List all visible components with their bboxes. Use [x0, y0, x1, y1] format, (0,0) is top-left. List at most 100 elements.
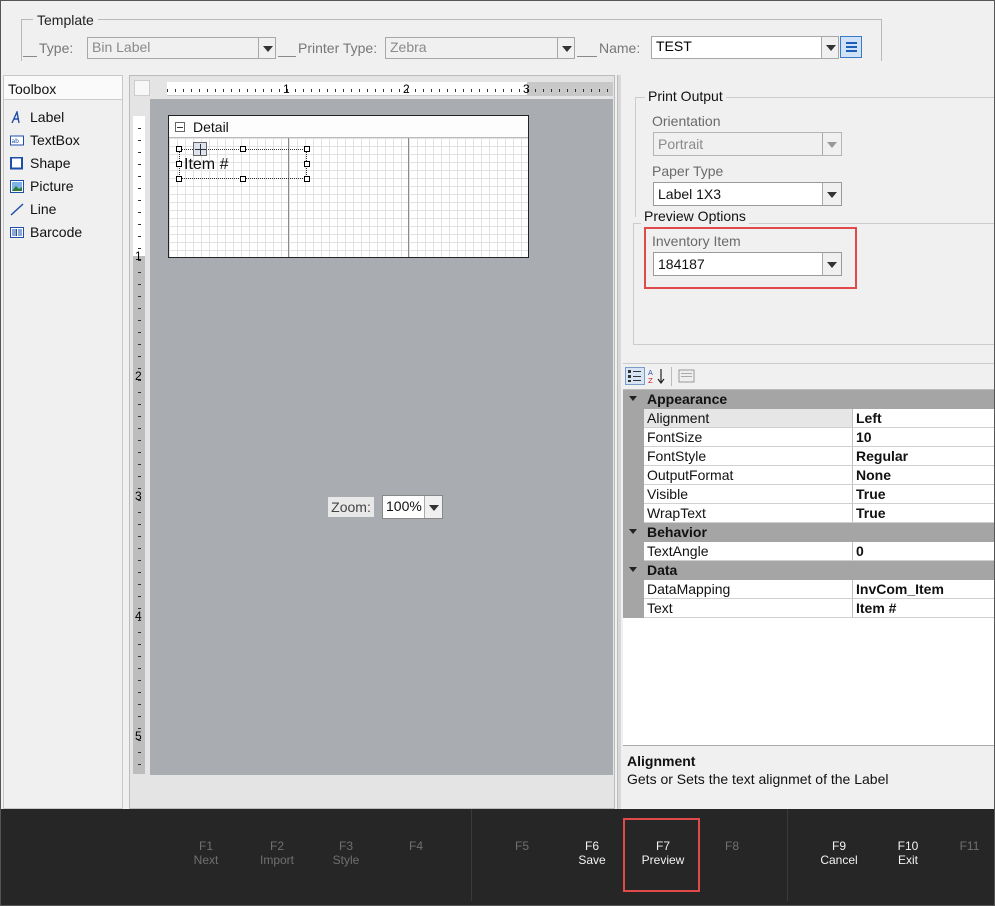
property-row[interactable]: WrapText True	[623, 504, 994, 523]
collapse-chevron-icon[interactable]	[629, 567, 637, 572]
f4-button[interactable]: F4	[381, 839, 451, 853]
svg-text:Z: Z	[648, 377, 653, 385]
ruler-tick	[175, 89, 176, 92]
ruler-tick	[138, 140, 141, 141]
categorized-icon[interactable]	[625, 367, 645, 385]
category-appearance[interactable]: Appearance	[623, 390, 994, 409]
toolbox-item-shape[interactable]: Shape	[4, 152, 122, 175]
f2-import-button[interactable]: F2 Import	[242, 839, 312, 867]
resize-handle[interactable]	[304, 146, 310, 152]
property-value[interactable]: 0	[853, 542, 994, 561]
ruler-tick	[375, 89, 376, 92]
ruler-tick	[519, 89, 520, 92]
print-output-title: Print Output	[645, 88, 726, 104]
printer-type-dropdown-button[interactable]	[557, 38, 574, 58]
ruler-tick	[138, 164, 141, 165]
inventory-item-combo[interactable]: 184187	[653, 252, 842, 276]
template-list-button[interactable]	[840, 36, 862, 58]
property-row[interactable]: FontStyle Regular	[623, 447, 994, 466]
paper-type-dropdown-button[interactable]	[822, 183, 841, 205]
ruler-tick	[138, 452, 141, 453]
orientation-combo[interactable]: Portrait	[653, 132, 842, 156]
barcode-icon	[10, 227, 24, 238]
ruler-tick	[138, 476, 141, 477]
collapse-band-icon[interactable]	[175, 122, 185, 132]
property-row[interactable]: FontSize 10	[623, 428, 994, 447]
f1-next-button[interactable]: F1 Next	[171, 839, 241, 867]
property-row[interactable]: TextAngle 0	[623, 542, 994, 561]
toolbox-item-picture[interactable]: Picture	[4, 175, 122, 198]
ruler-tick	[583, 89, 584, 92]
ruler-tick	[479, 89, 480, 92]
property-pages-icon[interactable]	[677, 367, 697, 385]
ruler-tick	[138, 692, 141, 693]
printer-type-combo[interactable]: Zebra	[385, 37, 575, 59]
property-row[interactable]: Visible True	[623, 485, 994, 504]
f8-button[interactable]: F8	[697, 839, 767, 853]
name-dropdown-button[interactable]	[821, 37, 838, 58]
category-data[interactable]: Data	[623, 561, 994, 580]
property-row[interactable]: Alignment Left	[623, 409, 994, 428]
toolbox-item-barcode[interactable]: Barcode	[4, 221, 122, 244]
zoom-combo[interactable]: 100%	[382, 495, 443, 519]
f5-button[interactable]: F5	[487, 839, 557, 853]
property-value[interactable]: True	[853, 485, 994, 504]
detail-band[interactable]: Detail Item #	[168, 115, 529, 258]
type-combo[interactable]: Bin Label	[87, 37, 276, 59]
f9-cancel-button[interactable]: F9 Cancel	[804, 839, 874, 867]
type-dropdown-button[interactable]	[258, 38, 275, 58]
f11-button[interactable]: F11	[943, 839, 994, 853]
resize-handle[interactable]	[176, 146, 182, 152]
property-value[interactable]: None	[853, 466, 994, 485]
f3-style-button[interactable]: F3 Style	[311, 839, 381, 867]
property-row[interactable]: DataMapping InvCom_Item	[623, 580, 994, 599]
property-value[interactable]: 10	[853, 428, 994, 447]
toolbox-item-label[interactable]: Label	[4, 106, 122, 129]
paper-type-combo[interactable]: Label 1X3	[653, 182, 842, 206]
category-title: Behavior	[647, 524, 707, 540]
property-value[interactable]: InvCom_Item	[853, 580, 994, 599]
property-value[interactable]: Item #	[853, 599, 994, 618]
toolbox-item-line[interactable]: Line	[4, 198, 122, 221]
property-value[interactable]: Regular	[853, 447, 994, 466]
ruler-tick	[359, 89, 360, 92]
zoom-dropdown-button[interactable]	[424, 496, 442, 518]
collapse-chevron-icon[interactable]	[629, 396, 637, 401]
property-row[interactable]: OutputFormat None	[623, 466, 994, 485]
fkey-label: Next	[193, 853, 219, 867]
ruler-tick	[138, 188, 141, 189]
inventory-item-dropdown-button[interactable]	[822, 253, 841, 275]
orientation-value: Portrait	[658, 136, 704, 152]
ruler-tick	[575, 89, 576, 92]
property-value[interactable]: True	[853, 504, 994, 523]
orientation-dropdown-button[interactable]	[822, 133, 841, 155]
ruler-tick	[138, 344, 141, 345]
collapse-chevron-icon[interactable]	[629, 529, 637, 534]
ruler-tick	[551, 89, 552, 92]
highlight-box	[623, 818, 700, 892]
panel-splitter[interactable]	[617, 75, 621, 809]
type-underline	[23, 56, 37, 57]
ruler-tick	[138, 560, 141, 561]
property-row[interactable]: Text Item #	[623, 599, 994, 618]
designer-surface[interactable]: 1 2 3 1 2 3 4 5 Detail Item #	[129, 75, 615, 809]
category-title: Appearance	[647, 391, 728, 407]
paper-type-label: Paper Type	[652, 163, 724, 179]
toolbox-item-textbox[interactable]: ab TextBox	[4, 129, 122, 152]
property-value[interactable]: Left	[853, 409, 994, 428]
resize-handle[interactable]	[176, 161, 182, 167]
name-combo[interactable]: TEST	[651, 36, 839, 59]
resize-handle[interactable]	[240, 176, 246, 182]
sort-az-icon[interactable]: A Z	[647, 367, 667, 385]
resize-handle[interactable]	[304, 176, 310, 182]
toolbox-item-label-text: Label	[30, 109, 65, 125]
toolbox-item-shape-text: Shape	[30, 155, 71, 171]
resize-handle[interactable]	[240, 146, 246, 152]
move-handle-icon[interactable]	[193, 142, 207, 156]
category-behavior[interactable]: Behavior	[623, 523, 994, 542]
f10-exit-button[interactable]: F10 Exit	[873, 839, 943, 867]
detail-band-header[interactable]: Detail	[169, 116, 528, 138]
f6-save-button[interactable]: F6 Save	[557, 839, 627, 867]
resize-handle[interactable]	[304, 161, 310, 167]
resize-handle[interactable]	[176, 176, 182, 182]
